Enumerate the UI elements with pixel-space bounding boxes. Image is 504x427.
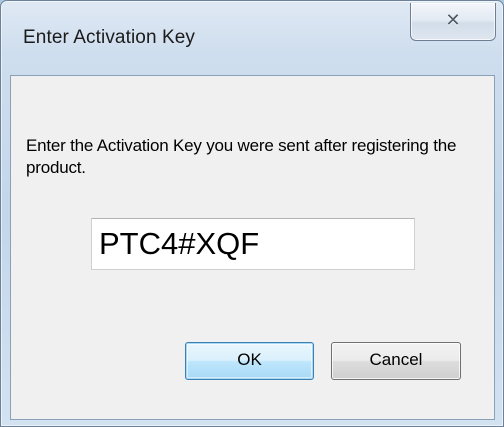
ok-button[interactable]: OK <box>185 342 314 380</box>
instruction-text: Enter the Activation Key you were sent a… <box>26 136 457 177</box>
close-icon: ✕ <box>445 10 461 31</box>
cancel-button[interactable]: Cancel <box>331 342 461 380</box>
window-title: Enter Activation Key <box>23 27 196 48</box>
activation-key-input[interactable] <box>91 218 415 270</box>
title-bar: Enter Activation Key ✕ <box>1 1 503 75</box>
close-button[interactable]: ✕ <box>410 3 496 41</box>
dialog-content: Enter the Activation Key you were sent a… <box>10 75 495 420</box>
activation-dialog-window: Enter Activation Key ✕ Enter the Activat… <box>0 0 504 427</box>
